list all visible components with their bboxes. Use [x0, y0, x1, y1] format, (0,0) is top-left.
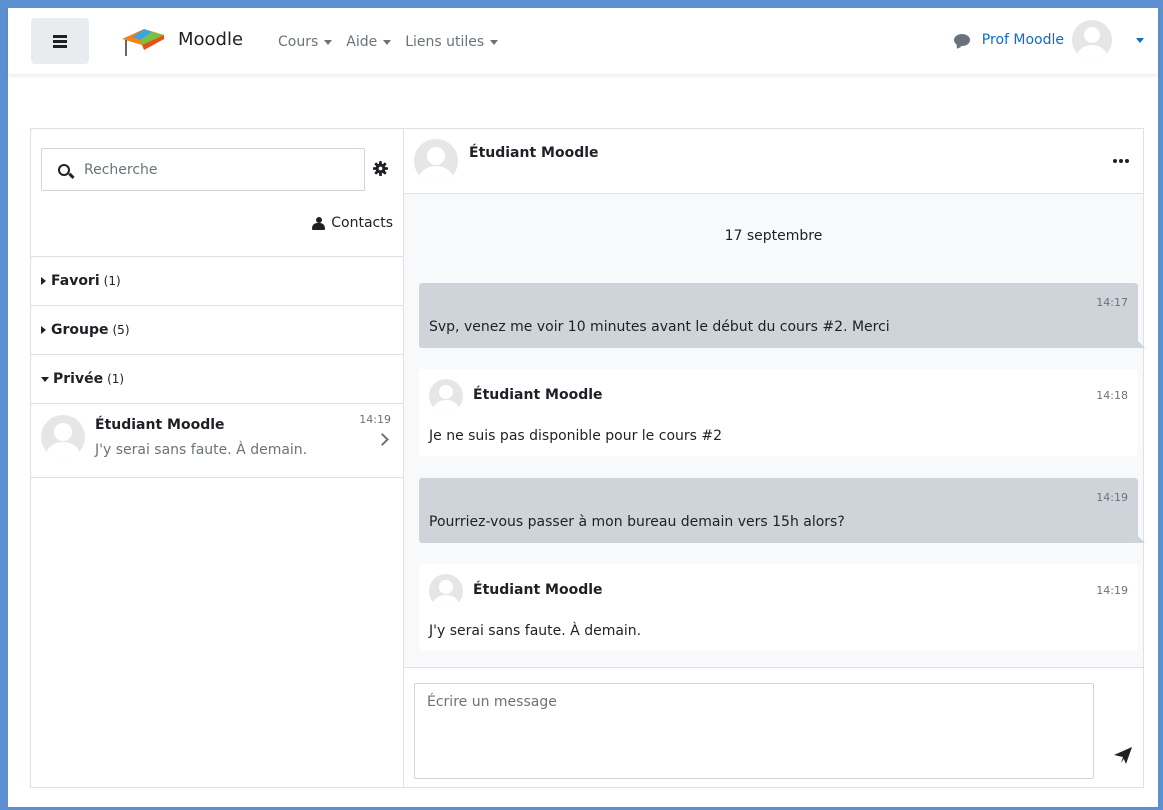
avatar[interactable] [414, 139, 458, 183]
message-composer [404, 667, 1143, 787]
gear-icon[interactable] [373, 161, 388, 176]
menu-item-label: Cours [278, 34, 319, 50]
message-text: Svp, venez me voir 10 minutes avant le d… [429, 319, 890, 335]
conversation-item[interactable]: Étudiant Moodle J'y serai sans faute. À … [31, 403, 403, 478]
chevron-right-icon[interactable] [376, 433, 389, 446]
menu-item-label: Aide [346, 34, 378, 50]
section-count: (1) [107, 372, 125, 386]
menu-item-cours[interactable]: Cours [278, 34, 333, 50]
section-favori[interactable]: Favori (1) [31, 256, 403, 305]
send-icon[interactable] [1112, 744, 1134, 766]
user-menu[interactable]: Prof Moodle [953, 20, 1144, 60]
message-sender: Étudiant Moodle [473, 387, 603, 403]
more-options-icon[interactable] [1113, 159, 1129, 163]
chat-contact-name[interactable]: Étudiant Moodle [469, 145, 599, 161]
section-count: (5) [112, 323, 130, 337]
chat-pane: Étudiant Moodle 17 septembre 14:17 Svp, … [404, 129, 1145, 787]
message-sent: 14:19 Pourriez-vous passer à mon bureau … [419, 478, 1145, 543]
user-name[interactable]: Prof Moodle [982, 32, 1064, 48]
section-count: (1) [103, 274, 121, 288]
message-sender: Étudiant Moodle [473, 582, 603, 598]
message-text: Pourriez-vous passer à mon bureau demain… [429, 514, 845, 530]
message-sent: 14:17 Svp, venez me voir 10 minutes avan… [419, 283, 1145, 348]
date-separator: 17 septembre [724, 228, 823, 244]
section-label: Privée [53, 371, 104, 387]
menu-item-label: Liens utiles [405, 34, 485, 50]
search-input[interactable] [84, 161, 334, 178]
caret-down-icon [324, 40, 333, 45]
caret-down-icon [41, 376, 49, 382]
hamburger-icon [53, 35, 67, 48]
section-privee[interactable]: Privée (1) [31, 354, 403, 403]
menu-item-aide[interactable]: Aide [346, 34, 392, 50]
section-label: Favori [51, 273, 100, 289]
caret-down-icon [490, 40, 499, 45]
avatar [429, 379, 463, 413]
message-time: 14:17 [1096, 296, 1128, 309]
menu-toggle-button[interactable] [31, 18, 89, 64]
contacts-link[interactable]: Contacts [312, 215, 393, 231]
app-window: Moodle Cours Aide Liens utiles Prof Mood… [8, 8, 1158, 807]
top-navbar: Moodle Cours Aide Liens utiles Prof Mood… [8, 8, 1158, 74]
avatar [429, 574, 463, 608]
avatar [41, 415, 85, 459]
message-received: Étudiant Moodle 14:19 J'y serai sans fau… [419, 564, 1138, 651]
messaging-panel: Contacts Favori (1) Groupe (5) Privée (1… [30, 128, 1145, 788]
conversation-preview: J'y serai sans faute. À demain. [95, 442, 308, 458]
message-text: J'y serai sans faute. À demain. [429, 623, 642, 639]
message-bubble-icon[interactable] [953, 34, 970, 46]
section-groupe[interactable]: Groupe (5) [31, 305, 403, 354]
section-label: Groupe [51, 322, 109, 338]
moodle-logo-icon[interactable] [118, 23, 168, 59]
caret-right-icon [41, 277, 46, 285]
message-time: 14:19 [1096, 491, 1128, 504]
caret-right-icon [41, 326, 46, 334]
conversation-name: Étudiant Moodle [95, 417, 225, 433]
message-text: Je ne suis pas disponible pour le cours … [429, 428, 723, 444]
caret-down-icon[interactable] [1136, 38, 1144, 43]
caret-down-icon [383, 40, 392, 45]
conversation-time: 14:19 [359, 413, 391, 426]
message-time: 14:18 [1096, 389, 1128, 402]
menu-item-liens-utiles[interactable]: Liens utiles [405, 34, 499, 50]
user-icon [312, 216, 326, 230]
chat-header: Étudiant Moodle [404, 129, 1143, 194]
primary-menu: Cours Aide Liens utiles [278, 34, 499, 50]
message-received: Étudiant Moodle 14:18 Je ne suis pas dis… [419, 369, 1138, 456]
search-box[interactable] [41, 148, 365, 191]
search-icon [58, 163, 70, 176]
message-time: 14:19 [1096, 584, 1128, 597]
brand-name[interactable]: Moodle [178, 29, 243, 50]
user-avatar[interactable] [1072, 20, 1112, 60]
message-input[interactable] [414, 683, 1094, 779]
contacts-label: Contacts [331, 215, 393, 231]
conversation-sidebar: Contacts Favori (1) Groupe (5) Privée (1… [31, 129, 404, 787]
